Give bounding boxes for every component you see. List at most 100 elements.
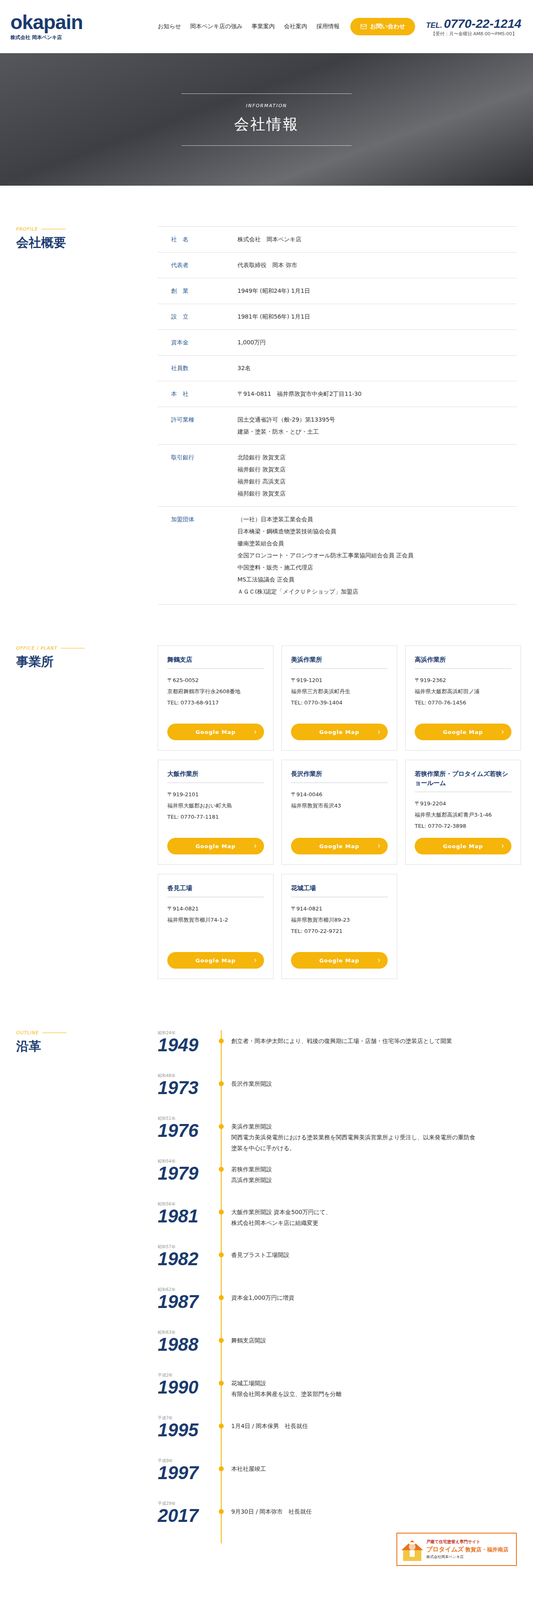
map-button[interactable]: Google Map	[414, 723, 512, 740]
office-name: 大飯作業所	[167, 768, 265, 783]
nav-item[interactable]: 事業案内	[251, 22, 275, 31]
office-line: 〒914-0046	[290, 788, 388, 800]
timeline-line	[213, 1114, 229, 1158]
office-line: 〒919-1201	[290, 674, 388, 686]
row-label: 加盟団体	[171, 513, 238, 598]
era: 昭和51年	[157, 1114, 214, 1121]
row-value: 1949年 (昭和24年) 1月1日	[237, 284, 504, 297]
nav: お知らせ岡本ペンキ店の強み事業案内会社案内採用情報	[157, 22, 340, 31]
protimes-banner[interactable]: 戸建て住宅塗替え専門サイトプロタイムズ敦賀店・福井南店株式会社岡本ペンキ店	[396, 1531, 517, 1565]
office-line: 京都府舞鶴市字行永2608番地	[167, 685, 265, 697]
timeline-text: 美浜作業所開設関西電力美浜発電所における塗装業務を関西電興美浜営業所より受注し、…	[228, 1114, 478, 1158]
map-button[interactable]: Google Map	[414, 837, 512, 854]
value-line: 福邦銀行 敦賀支店	[237, 487, 504, 500]
timeline-dot	[218, 1294, 224, 1300]
logo-mark: okapain	[10, 12, 83, 33]
nav-item[interactable]: お知らせ	[157, 22, 181, 31]
tel-block: TEL.0770-22-1214【受付：月〜金曜日 AM8:00〜PM5:00】	[425, 16, 522, 37]
year-col: 昭和24年1949	[157, 1029, 214, 1073]
chevron-icon	[376, 842, 382, 849]
contact-button[interactable]: お問い合わせ	[350, 17, 416, 36]
value-line: 〒914-0811 福井県敦賀市中央町2丁目11-30	[237, 387, 504, 400]
era: 平成9年	[157, 1457, 214, 1463]
profile-row: 社 名株式会社 岡本ペンキ店	[157, 226, 517, 253]
timeline-text: 舞鶴支店開設	[228, 1328, 478, 1372]
timeline-line-text: 若狭作業所開設	[231, 1163, 478, 1174]
year-col: 昭和51年1976	[157, 1114, 214, 1158]
tel-number[interactable]: TEL.0770-22-1214	[425, 16, 522, 31]
chevron-icon	[499, 728, 506, 735]
map-button[interactable]: Google Map	[290, 951, 388, 969]
nav-item[interactable]: 岡本ペンキ店の強み	[190, 22, 243, 31]
timeline-item: 昭和48年1973長沢作業所開設	[157, 1072, 517, 1115]
nav-item[interactable]: 採用情報	[316, 22, 340, 31]
section-title: 会社概要	[16, 234, 158, 252]
timeline-line	[213, 1200, 229, 1244]
row-label: 代表者	[171, 259, 238, 272]
office-card: 大飯作業所〒919-2101福井県大飯郡おおい町大島TEL: 0770-77-1…	[157, 759, 274, 865]
value-line: 日本橋梁・鋼構造物塗装技術協会会員	[237, 525, 504, 538]
chevron-icon	[499, 842, 506, 849]
profile-row: 社員数32名	[157, 355, 517, 382]
office-line: 〒919-2204	[414, 797, 512, 809]
timeline-text: 大飯作業所開設 資本金500万円にて、株式会社岡本ペンキ店に組織変更	[228, 1200, 478, 1244]
year-col: 平成2年1990	[157, 1371, 214, 1415]
year-col: 平成9年1997	[157, 1457, 214, 1500]
office-line: 福井県大飯郡高浜町田ノ浦	[414, 685, 512, 697]
era: 昭和24年	[157, 1029, 214, 1036]
timeline-line-text: 創立者・岡本伊太郎により、戦後の復興期に工場・店舗・住宅等の塗装店として開業	[231, 1034, 478, 1046]
profile-table: 社 名株式会社 岡本ペンキ店代表者代表取締役 岡本 弥市創 業1949年 (昭和…	[157, 226, 517, 605]
value-line: 北陸銀行 敦賀支店	[237, 451, 504, 464]
row-value: 北陸銀行 敦賀支店福井銀行 敦賀支店福井銀行 高浜支店福邦銀行 敦賀支店	[237, 451, 504, 500]
timeline-line	[213, 1286, 229, 1329]
banner-brand: プロタイムズ敦賀店・福井南店	[426, 1544, 509, 1553]
map-button[interactable]: Google Map	[290, 723, 388, 740]
logo[interactable]: okapain株式会社 岡本ペンキ店	[10, 12, 83, 42]
timeline-line-text: 9月30日 / 岡本弥市 社長就任	[231, 1505, 478, 1516]
map-button[interactable]: Google Map	[167, 837, 265, 854]
office-name: 沓見工場	[167, 882, 265, 897]
timeline-item: 昭和54年1979若狭作業所開設高浜作業所開設	[157, 1157, 517, 1201]
office-name: 美浜作業所	[290, 654, 388, 669]
map-button[interactable]: Google Map	[290, 837, 388, 854]
value-line: 中国塗料・販売・施工代理店	[237, 561, 504, 574]
row-label: 取引銀行	[171, 451, 238, 500]
timeline-dot	[218, 1422, 224, 1428]
office-line: 福井県敦賀市櫛川89-23	[290, 913, 388, 925]
chevron-icon	[252, 728, 259, 735]
row-label: 本 社	[171, 387, 238, 400]
value-line: （一社）日本塗装工業会会員	[237, 513, 504, 526]
office-line: TEL: 0773-68-9117	[167, 696, 265, 708]
year-col: 平成29年2017	[157, 1499, 214, 1543]
timeline-item: 平成9年1997本社社屋竣工	[157, 1457, 517, 1500]
nav-item[interactable]: 会社案内	[283, 22, 308, 31]
era: 昭和63年	[157, 1328, 214, 1335]
row-label: 創 業	[171, 284, 238, 297]
value-line: 福井銀行 敦賀支店	[237, 463, 504, 476]
office-name: 花城工場	[290, 882, 388, 897]
value-line: 代表取締役 岡本 弥市	[237, 259, 504, 272]
year-col: 平成7年1995	[157, 1414, 214, 1458]
timeline-line-text: 花城工場開設	[231, 1376, 478, 1388]
office-name: 若狭作業所・プロタイムズ若狭ショールーム	[414, 768, 512, 792]
timeline-item: 昭和56年1981大飯作業所開設 資本金500万円にて、株式会社岡本ペンキ店に組…	[157, 1200, 517, 1244]
era: 昭和48年	[157, 1072, 214, 1079]
timeline-text: 1月4日 / 岡本保男 社長就任	[228, 1414, 478, 1458]
value-line: 建築・塗装・防水・とび・土工	[237, 425, 504, 438]
value-line: 福井銀行 高浜支店	[237, 475, 504, 488]
map-button[interactable]: Google Map	[167, 723, 265, 740]
year-col: 昭和48年1973	[157, 1072, 214, 1115]
timeline-item: 昭和62年1987資本金1,000万円に増資	[157, 1286, 517, 1329]
office-line: 福井県敦賀市櫛川74-1-2	[167, 913, 265, 925]
profile-row: 資本金1,000万円	[157, 329, 517, 356]
timeline-line-text: 美浜作業所開設	[231, 1120, 478, 1132]
row-label: 許可業種	[171, 413, 238, 438]
profile-row: 設 立1981年 (昭和56年) 1月1日	[157, 303, 517, 330]
map-button[interactable]: Google Map	[167, 951, 265, 969]
value-line: 徽南塗装組合会員	[237, 537, 504, 550]
profile-row: 許可業種国土交通省許可（般-29）第13395号建築・塗装・防水・とび・土工	[157, 406, 517, 445]
timeline-dot	[218, 1337, 224, 1343]
timeline-line-text: 関西電力美浜発電所における塗装業務を関西電興美浜営業所より受注し、以来発電所の重…	[231, 1131, 478, 1153]
office-line: 福井県敦賀市長沢43	[290, 799, 388, 811]
tel-label: TEL.	[425, 21, 443, 30]
